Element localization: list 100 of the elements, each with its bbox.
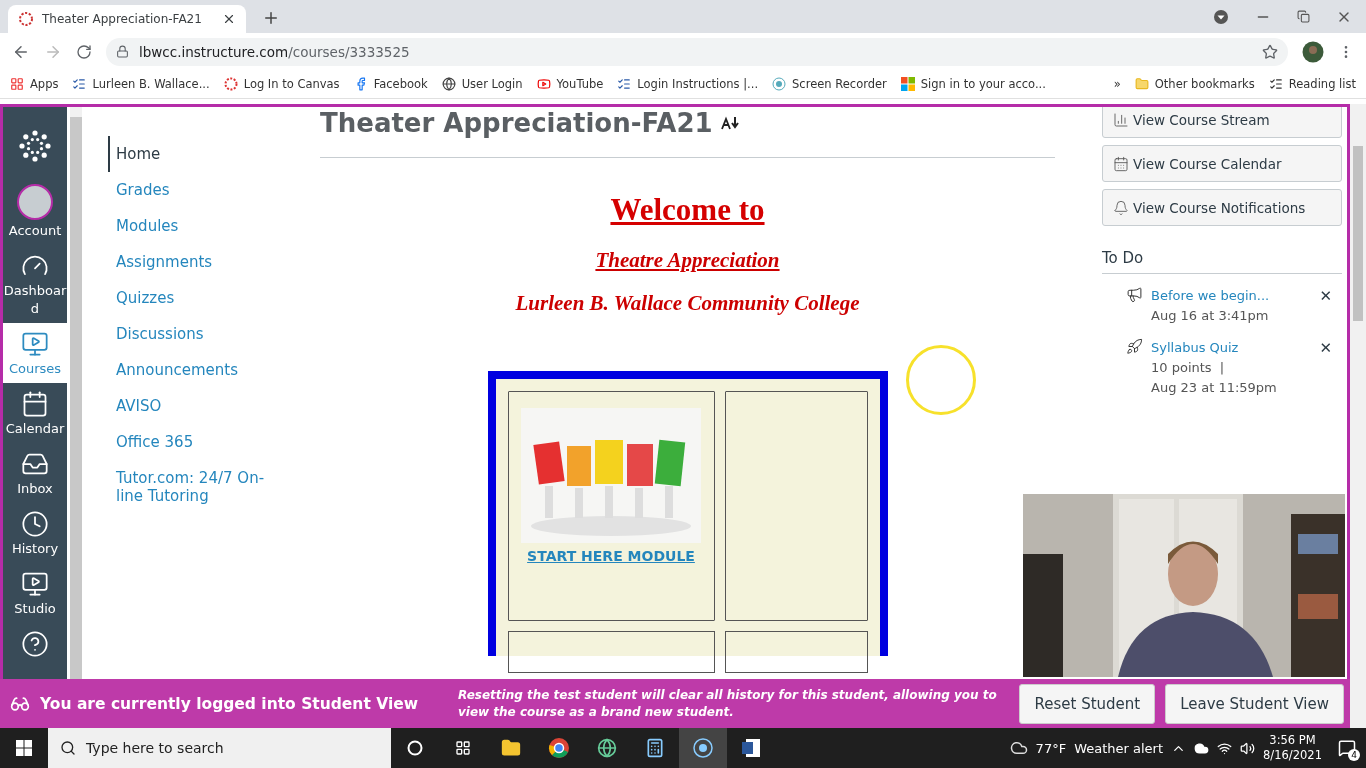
browser-tab[interactable]: Theater Appreciation-FA21 [8,5,246,33]
taskbar-search-field[interactable]: Type here to search [48,728,391,768]
address-field[interactable]: lbwcc.instructure.com/courses/3333525 [106,37,1288,66]
weather-icon[interactable] [1009,739,1028,757]
bookmark-link[interactable]: Log In to Canvas [223,77,340,91]
megaphone-icon [1126,286,1143,303]
course-name: Theatre Appreciation [595,248,780,273]
task-view-icon[interactable] [455,740,471,756]
weather-alert[interactable]: Weather alert [1074,740,1164,756]
dismiss-button[interactable]: ✕ [1309,338,1342,358]
reload-icon[interactable] [76,43,92,60]
avatar-icon[interactable] [1302,40,1324,63]
sidebar-button[interactable]: View Course Stream [1102,107,1342,138]
global-nav-item[interactable]: Account [3,177,67,245]
avatar-icon [17,184,53,220]
sidebar-button[interactable]: View Course Calendar [1102,145,1342,182]
bookmark-link[interactable]: YouTube [536,77,604,91]
globe-icon [441,77,456,91]
global-nav-item[interactable]: Studio [3,563,67,623]
network-icon[interactable] [1217,740,1233,756]
page-icon [72,77,87,91]
todo-link[interactable]: Syllabus Quiz [1151,338,1302,358]
windows-logo-icon [900,77,915,91]
reading-list-button[interactable]: Reading list [1268,77,1356,91]
browser-icon[interactable] [548,737,570,759]
todo-link[interactable]: Before we begin... [1151,286,1302,306]
notification-count: 4 [1348,749,1360,761]
bookmark-link[interactable]: Facebook [353,77,428,91]
bookmark-link[interactable]: Login Instructions |... [617,77,759,91]
college-name: Lurleen B. Wallace Community College [515,291,860,316]
course-nav-link[interactable]: Assignments [108,244,288,280]
monitor-icon [21,570,49,598]
course-nav-link[interactable]: Announcements [108,352,288,388]
global-nav-item[interactable]: History [3,503,67,563]
rocket-icon [1126,338,1143,355]
cursor-highlight [906,345,976,415]
list-icon [1268,77,1283,91]
lock-icon [116,45,129,58]
dismiss-button[interactable]: ✕ [1309,286,1342,306]
record-icon[interactable] [692,737,714,759]
canvas-logo[interactable] [18,129,52,163]
scrollbar[interactable] [1350,104,1366,728]
new-tab-icon[interactable] [262,9,280,27]
ring-icon [223,77,238,91]
scrollbar[interactable] [70,107,82,679]
chart-icon [1113,111,1129,128]
course-nav-link[interactable]: Discussions [108,316,288,352]
bookmark-link[interactable]: Sign in to your acco... [900,77,1046,91]
speaker-icon[interactable] [1240,740,1256,756]
course-title: Theater Appreciation-FA21 [320,108,713,138]
circle-icon[interactable] [407,740,423,756]
document-icon[interactable] [741,738,761,758]
global-nav-item[interactable]: Calendar [3,383,67,443]
course-nav-link[interactable]: Grades [108,172,288,208]
course-nav-link[interactable]: Quizzes [108,280,288,316]
bookmark-folder[interactable]: Other bookmarks [1134,77,1255,91]
bookmark-link[interactable]: Apps [10,77,59,91]
dropdown-icon[interactable] [1213,8,1229,25]
windows-logo-icon[interactable] [16,740,32,756]
clock-icon [21,510,49,538]
apps-icon [10,77,24,91]
global-nav-item[interactable]: Courses [3,323,67,383]
search-icon [60,740,76,756]
ring-icon [18,11,34,27]
welcome-heading: Welcome to [610,192,765,228]
bookmark-link[interactable]: Screen Recorder [772,77,887,91]
record-icon [772,77,787,91]
sidebar-button[interactable]: View Course Notifications [1102,189,1342,226]
todo-detail: Aug 16 at 3:41pm [1151,307,1270,325]
bookmark-link[interactable]: User Login [441,77,523,91]
sort-icon[interactable] [720,116,741,130]
clock[interactable]: 3:56 PM 8/16/2021 [1263,733,1322,763]
globe-icon[interactable] [597,738,617,758]
course-nav-link[interactable]: Office 365 [108,424,288,460]
bookmark-link[interactable]: Lurleen B. Wallace... [72,77,210,91]
global-nav-item[interactable]: Dashboard [3,245,67,323]
help-icon [21,630,49,658]
temperature: 77°F [1035,740,1067,756]
bell-icon [1113,199,1129,216]
course-nav-link[interactable]: Home [108,136,288,172]
course-nav-link[interactable]: Tutor.com: 24/7 On-line Tutoring [108,460,288,514]
cloud-icon[interactable] [1194,740,1210,756]
calculator-icon[interactable] [645,738,665,758]
todo-detail: 10 points | [1151,359,1226,377]
course-nav-link[interactable]: Modules [108,208,288,244]
star-icon[interactable] [1262,43,1278,60]
close-icon[interactable] [222,12,236,26]
course-nav-link[interactable]: AVISO [108,388,288,424]
page-icon [617,77,632,91]
global-nav-item[interactable]: Inbox [3,443,67,503]
student-view-button[interactable]: Reset Student [1019,683,1156,724]
student-view-message: You are currently logged into Student View [40,694,420,713]
folder-icon [1134,77,1149,91]
module-link[interactable]: START HERE MODULE [527,548,695,564]
folder-icon[interactable] [501,738,521,758]
calendar-icon [1113,155,1129,172]
restore-icon[interactable] [1297,10,1310,23]
student-view-note: Resetting the test student will clear all history for this student, allowing you to view the course as a brand new student. [458,686,998,721]
more-bookmarks-button[interactable]: » [1113,77,1121,91]
student-view-button[interactable]: Leave Student View [1165,683,1344,724]
